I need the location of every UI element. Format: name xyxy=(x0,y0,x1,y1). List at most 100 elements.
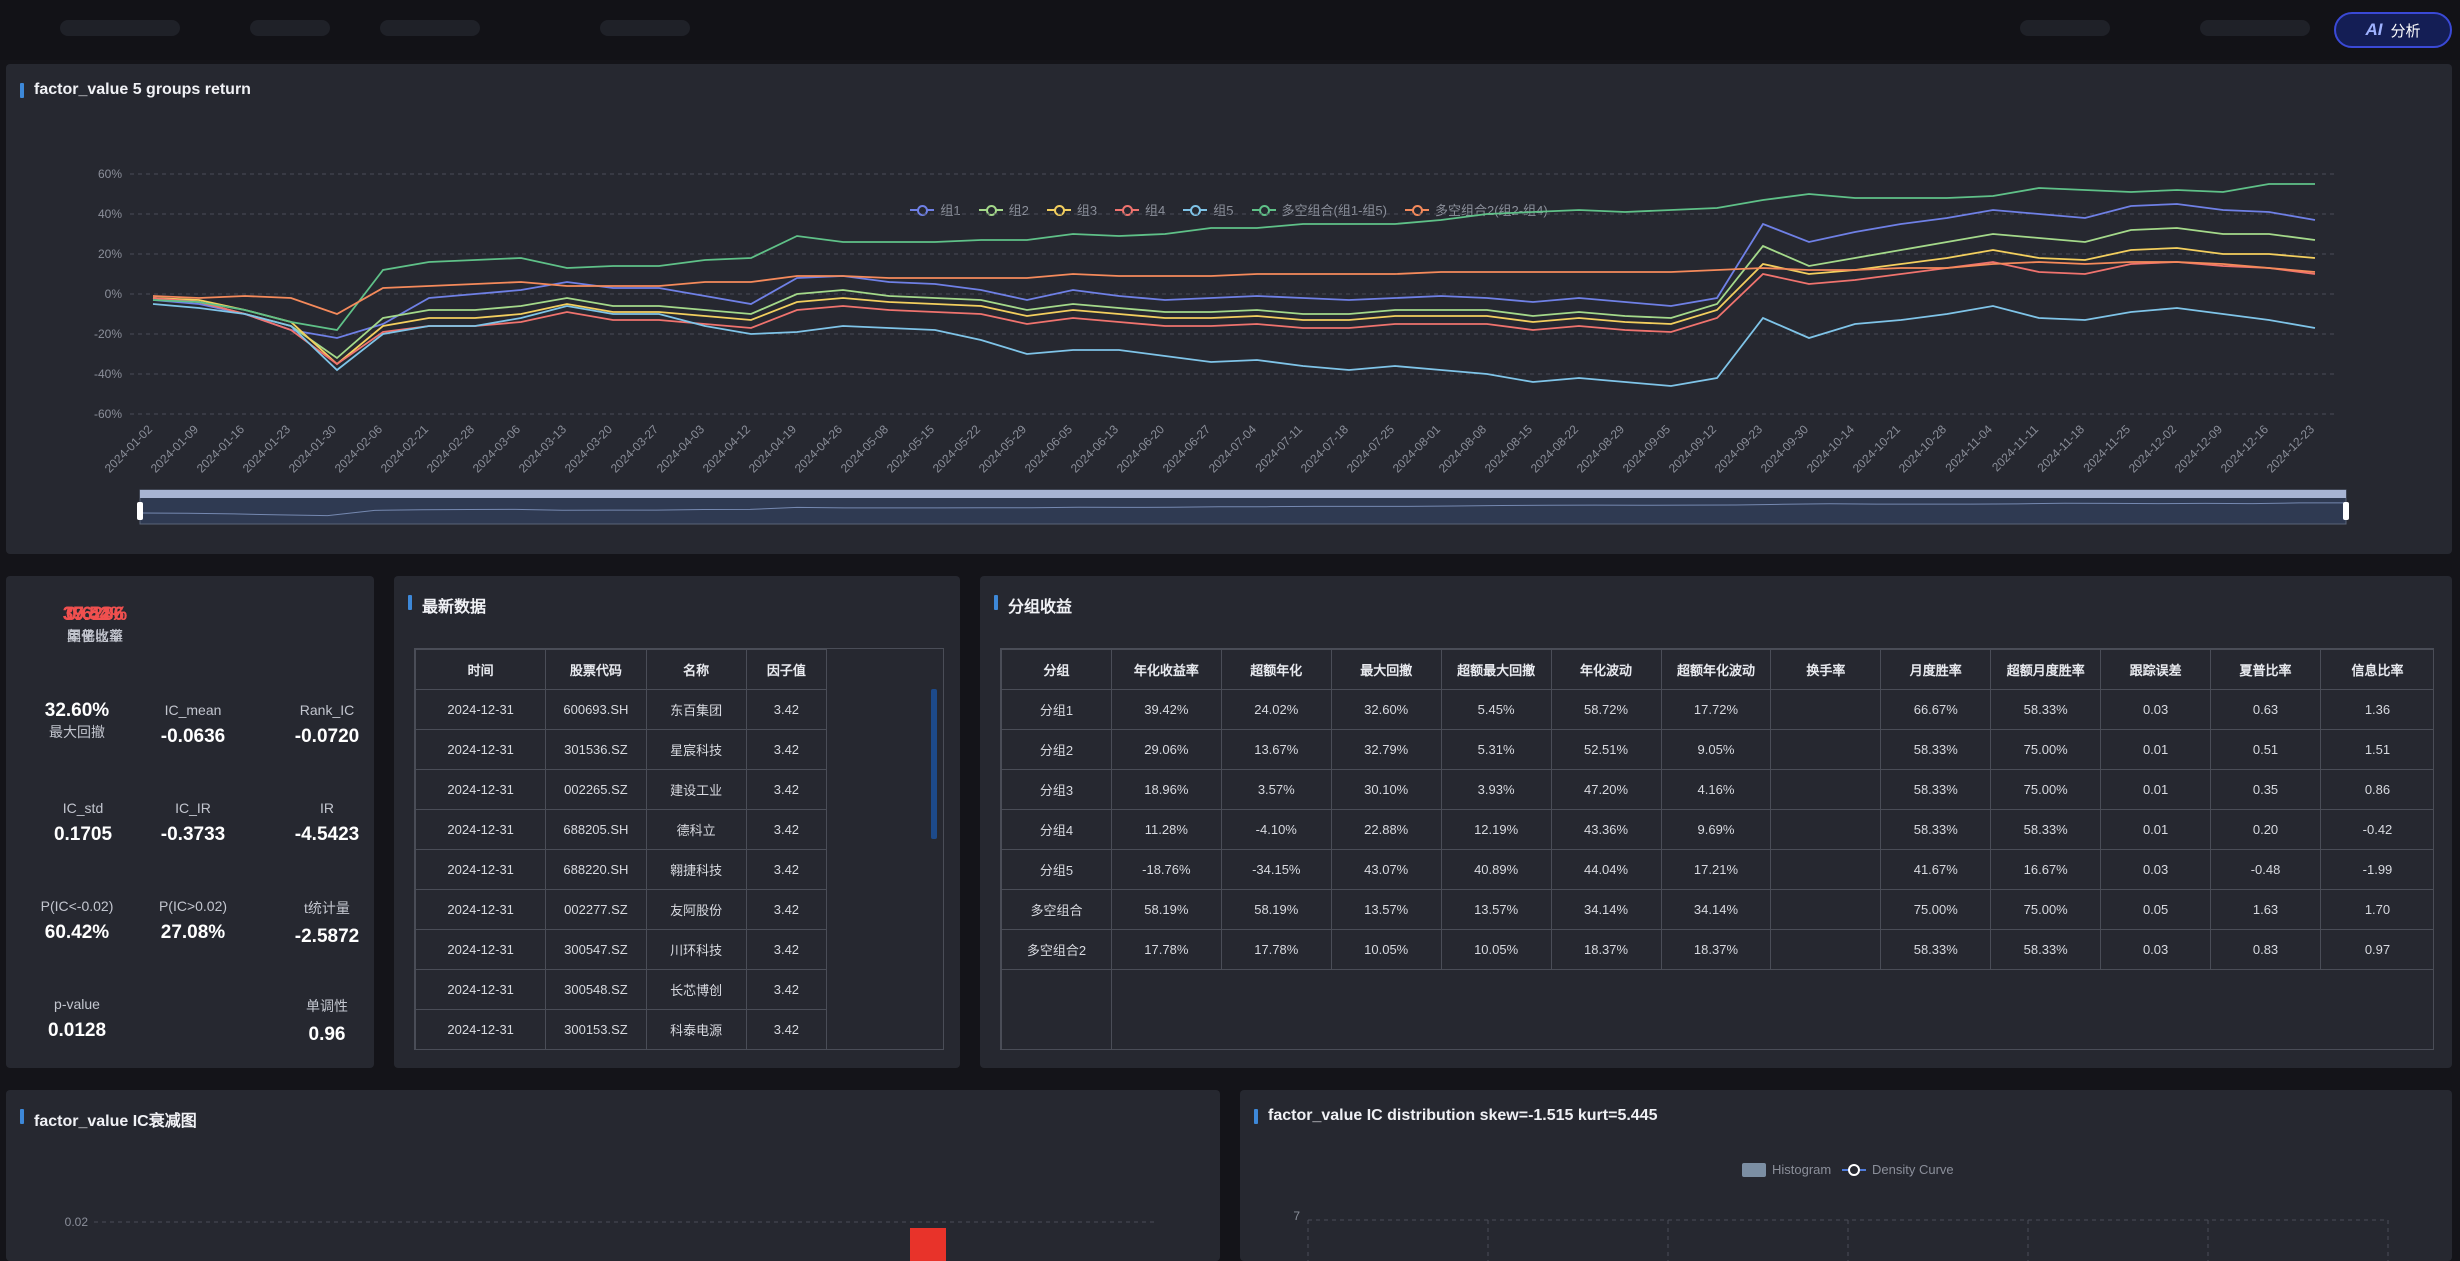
x-tick-label: 2024-11-04 xyxy=(1942,422,1995,475)
zoom-handle-left[interactable] xyxy=(137,502,143,520)
table-cell: 75.00% xyxy=(1990,889,2102,930)
table-cell: 44.04% xyxy=(1550,849,1662,890)
table-cell: 10.05% xyxy=(1330,929,1442,970)
x-tick-label: 2024-07-04 xyxy=(1206,422,1260,476)
column-header[interactable]: 股票代码 xyxy=(545,649,647,690)
ic-decay-bar[interactable] xyxy=(910,1228,946,1261)
ai-analysis-button[interactable]: AI 分析 xyxy=(2334,12,2452,48)
x-tick-label: 2024-03-13 xyxy=(516,422,570,476)
table-row[interactable]: 2024-12-31 002265.SZ 建设工业 3.42 xyxy=(415,769,828,810)
table-cell: 41.67% xyxy=(1880,849,1992,890)
table-row[interactable]: 多空组合2 17.78% 17.78% 10.05% 10.05% 18.37% 18.37… xyxy=(1001,929,2433,970)
table-cell: 0.97 xyxy=(2319,929,2433,970)
column-header[interactable]: 年化波动 xyxy=(1550,649,1662,690)
column-header[interactable]: 跟踪误差 xyxy=(2100,649,2212,690)
column-header[interactable]: 因子值 xyxy=(745,649,828,690)
column-header[interactable]: 超额最大回撤 xyxy=(1440,649,1552,690)
table-cell: 301536.SZ xyxy=(545,729,647,770)
column-header[interactable]: 最大回撤 xyxy=(1330,649,1442,690)
column-header[interactable]: 分组 xyxy=(1001,649,1112,690)
column-header[interactable]: 名称 xyxy=(645,649,747,690)
table-cell: 1.63 xyxy=(2210,889,2321,930)
column-header[interactable]: 超额年化波动 xyxy=(1660,649,1772,690)
table-cell: 多空组合2 xyxy=(1001,929,1112,970)
table-cell: 0.51 xyxy=(2210,729,2321,770)
nav-blur xyxy=(250,20,330,36)
ai-icon: AI xyxy=(2365,20,2383,39)
table-cell: 0.86 xyxy=(2319,769,2433,810)
series-line-6[interactable] xyxy=(152,183,2315,331)
table-cell xyxy=(1770,929,1882,970)
table-cell: 0.63 xyxy=(2210,689,2321,730)
metric-item: 单调性 0.96 xyxy=(266,996,388,1046)
column-header[interactable]: 月度胜率 xyxy=(1880,649,1992,690)
table-row[interactable]: 2024-12-31 300547.SZ 川环科技 3.42 xyxy=(415,929,828,970)
group-returns-table: 分组 年化收益率 超额年化 最大回撤 超额最大回撤 年化波动 超额年化波动 换手率 月度胜率 超额… xyxy=(1001,649,2433,1049)
table-row[interactable]: 2024-12-31 300153.SZ 科泰电源 3.42 xyxy=(415,1009,828,1049)
column-header[interactable]: 时间 xyxy=(415,649,547,690)
table-cell: 66.67% xyxy=(1880,689,1992,730)
table-cell: 300548.SZ xyxy=(545,969,647,1010)
series-line-4[interactable] xyxy=(152,261,2316,366)
table-row[interactable]: 分组5 -18.76% -34.15% 43.07% 40.89% 44.04% 17.21… xyxy=(1001,849,2433,890)
table-row[interactable]: 分组4 11.28% -4.10% 22.88% 12.19% 43.36% 9.69% 58… xyxy=(1001,809,2433,850)
table-row[interactable]: 多空组合 58.19% 58.19% 13.57% 13.57% 34.14% 34.14%… xyxy=(1001,889,2433,930)
zoom-handle-right[interactable] xyxy=(2343,502,2349,520)
column-header[interactable]: 信息比率 xyxy=(2319,649,2433,690)
table-header-row: 分组 年化收益率 超额年化 最大回撤 超额最大回撤 年化波动 超额年化波动 换手率 月度胜率 超额… xyxy=(1001,649,2433,690)
table-row[interactable]: 2024-12-31 300548.SZ 长芯博创 3.42 xyxy=(415,969,828,1010)
column-header[interactable]: 年化收益率 xyxy=(1110,649,1222,690)
table-row[interactable]: 2024-12-31 688220.SH 翱捷科技 3.42 xyxy=(415,849,828,890)
table-cell xyxy=(1770,769,1882,810)
table-filler-row xyxy=(1001,969,2433,1049)
table-cell: 13.67% xyxy=(1220,729,1332,770)
table-cell: 58.33% xyxy=(1880,929,1992,970)
legend-density[interactable]: Density Curve xyxy=(1842,1162,1954,1177)
x-tick-label: 2024-03-20 xyxy=(562,422,616,476)
y-tick-label: 0% xyxy=(105,287,123,301)
metric-label: IC_IR xyxy=(175,800,211,816)
x-tick-label: 2024-08-29 xyxy=(1574,422,1628,476)
scrollbar[interactable] xyxy=(931,689,937,839)
table-cell: 0.03 xyxy=(2100,929,2212,970)
metric-value: -4.5423 xyxy=(294,824,360,845)
table-row[interactable]: 2024-12-31 002277.SZ 友阿股份 3.42 xyxy=(415,889,828,930)
table-cell: 18.96% xyxy=(1110,769,1222,810)
column-header[interactable]: 超额年化 xyxy=(1220,649,1332,690)
ic-distribution-panel: factor_value IC distribution skew=-1.515… xyxy=(1240,1090,2452,1261)
table-cell: 2024-12-31 xyxy=(415,769,547,810)
table-cell: 29.06% xyxy=(1110,729,1222,770)
table-cell: 3.42 xyxy=(745,889,828,930)
table-cell: -0.42 xyxy=(2319,809,2433,850)
latest-data-table-container[interactable]: 时间 股票代码 名称 因子值 2024-12-31 600693.SH 东百集团 3.42 20… xyxy=(414,648,944,1050)
metric-item: IC_mean -0.0636 xyxy=(132,702,254,748)
y-tick-label: 0.02 xyxy=(65,1215,89,1229)
table-cell: 2024-12-31 xyxy=(415,929,547,970)
ic-distribution-chart: Histogram Density Curve 7 xyxy=(1293,1162,2389,1261)
x-tick-label: 2024-04-26 xyxy=(792,422,846,476)
table-cell xyxy=(1770,849,1882,890)
table-row[interactable]: 2024-12-31 301536.SZ 星宸科技 3.42 xyxy=(415,729,828,770)
ic-decay-chart: 0.02 xyxy=(65,1215,1156,1261)
x-tick-label: 2024-05-15 xyxy=(884,422,938,476)
table-cell xyxy=(1770,689,1882,730)
table-row[interactable]: 2024-12-31 688205.SH 德科立 3.42 xyxy=(415,809,828,850)
metric-label: IC_std xyxy=(62,800,104,816)
table-cell: 2024-12-31 xyxy=(415,689,547,730)
metric-item: IC_IR -0.3733 xyxy=(132,800,254,846)
table-row[interactable]: 2024-12-31 600693.SH 东百集团 3.42 xyxy=(415,689,828,730)
column-header[interactable]: 超额月度胜率 xyxy=(1990,649,2102,690)
table-cell: 47.20% xyxy=(1550,769,1662,810)
table-row[interactable]: 分组2 29.06% 13.67% 32.79% 5.31% 52.51% 9.05% 58.… xyxy=(1001,729,2433,770)
latest-data-table: 时间 股票代码 名称 因子值 2024-12-31 600693.SH 东百集团 3.42 20… xyxy=(415,649,828,1049)
table-row[interactable]: 分组3 18.96% 3.57% 30.10% 3.93% 47.20% 4.16% 58.3… xyxy=(1001,769,2433,810)
legend-histogram[interactable]: Histogram xyxy=(1742,1162,1831,1177)
x-tick-label: 2024-02-06 xyxy=(332,422,386,476)
column-header[interactable]: 换手率 xyxy=(1770,649,1882,690)
column-header[interactable]: 夏普比率 xyxy=(2210,649,2321,690)
metric-value: 39.42% xyxy=(62,604,128,625)
table-cell: 43.07% xyxy=(1330,849,1442,890)
table-cell: 58.19% xyxy=(1110,889,1222,930)
x-tick-label: 2024-07-11 xyxy=(1252,422,1305,475)
table-row[interactable]: 分组1 39.42% 24.02% 32.60% 5.45% 58.72% 17.72% 66… xyxy=(1001,689,2433,730)
